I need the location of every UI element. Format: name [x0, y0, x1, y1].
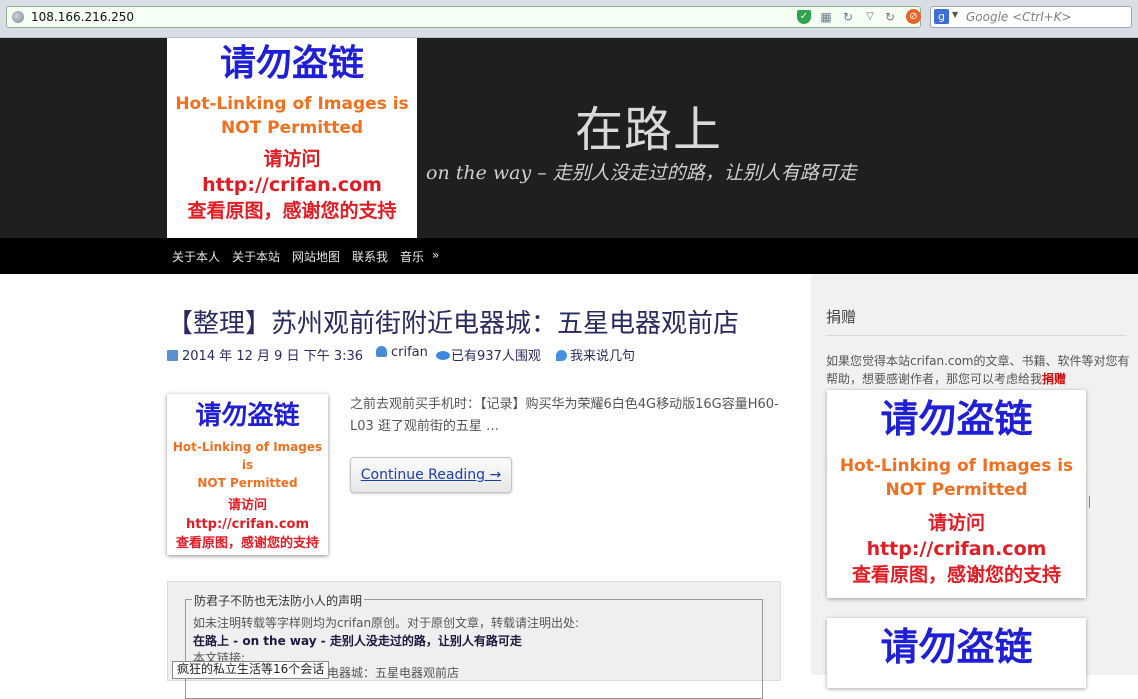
- banner-url: http://crifan.com: [202, 174, 382, 196]
- donate-description: 如果您觉得本站crifan.com的文章、书籍、软件等对您有帮助，想要感谢作者，…: [826, 354, 1130, 386]
- person-icon: [376, 346, 387, 357]
- taskbar-tooltip: 疯狂的私立生活等16个会话: [172, 661, 330, 679]
- sidebar-banner-title: 请勿盗链: [880, 397, 1033, 441]
- banner-visit: 请访问: [263, 148, 321, 170]
- reload-icon[interactable]: ↻: [883, 10, 897, 24]
- header-banner-image[interactable]: 请勿盗链 Hot-Linking of Images is NOT Permit…: [167, 38, 417, 238]
- calendar-icon: [167, 350, 178, 361]
- sidebar-banner-image[interactable]: 请勿盗链 Hot-Linking of Images is NOT Permit…: [827, 390, 1086, 598]
- post-views-text: 已有937人围观: [451, 349, 541, 364]
- post-date-text[interactable]: 2014 年 12 月 9 日 下午 3:36: [182, 349, 363, 364]
- widget-title-donate: 捐赠: [826, 308, 857, 326]
- chevron-down-icon[interactable]: ▼: [952, 10, 958, 19]
- thumb-banner-title: 请勿盗链: [195, 401, 300, 431]
- site-header: 请勿盗链 Hot-Linking of Images is NOT Permit…: [0, 38, 1138, 238]
- nav-item-sitemap[interactable]: 网站地图: [292, 248, 340, 265]
- banner-title: 请勿盗链: [219, 43, 364, 84]
- nav-item-about-site[interactable]: 关于本站: [232, 248, 280, 265]
- google-icon[interactable]: g: [934, 9, 949, 24]
- thumb-banner-english-1: Hot-Linking of Images is: [172, 440, 323, 472]
- adblock-icon[interactable]: ⊘: [906, 9, 921, 24]
- widget-divider: [826, 335, 1126, 336]
- thumb-banner-thanks: 查看原图，感谢您的支持: [175, 536, 319, 551]
- post-author[interactable]: crifan: [376, 345, 428, 360]
- banner-english-1: Hot-Linking of Images is: [175, 94, 409, 114]
- thumb-banner-url: http://crifan.com: [185, 517, 310, 532]
- post-date[interactable]: 2014 年 12 月 9 日 下午 3:36: [167, 345, 363, 364]
- sidebar-banner-image-2[interactable]: 请勿盗链: [827, 618, 1086, 688]
- post-excerpt: 之前去观前买手机时：【记录】购买华为荣耀6白色4G移动版16G容量H60-L03…: [350, 397, 779, 434]
- site-tagline: on the way – 走别人没走过的路，让别人有路可走: [426, 162, 857, 184]
- post-title[interactable]: 【整理】苏州观前街附近电器城：五星电器观前店: [167, 303, 739, 340]
- continue-reading-button[interactable]: Continue Reading →: [350, 457, 512, 493]
- post-author-text[interactable]: crifan: [391, 345, 428, 360]
- shield-icon[interactable]: ✓: [797, 10, 811, 24]
- post-thumbnail[interactable]: 请勿盗链 Hot-Linking of Images is NOT Permit…: [167, 394, 328, 555]
- post-comments-text[interactable]: 我来说几句: [570, 349, 635, 364]
- notice-legend: 防君子不防也无法防小人的声明: [192, 592, 365, 609]
- post-views: 已有937人围观: [436, 345, 541, 364]
- nav-item-about-me[interactable]: 关于本人: [172, 248, 220, 265]
- site-title[interactable]: 在路上: [575, 90, 722, 160]
- thumb-banner-visit: 请访问: [227, 498, 267, 513]
- thumb-banner-english-2: NOT Permitted: [197, 476, 298, 490]
- sidebar-banner-thanks: 查看原图，感谢您的支持: [851, 564, 1061, 586]
- sidebar-banner-2-title: 请勿盗链: [880, 625, 1033, 669]
- notice-line-1: 如未注明转载等字样则均为crifan原创。对于原创文章，转载请注明出处:: [193, 616, 580, 630]
- notice-line-2[interactable]: 在路上 - on the way - 走别人没走过的路，让别人有路可走: [193, 632, 522, 649]
- browser-toolbar: 108.166.216.250 ✓ ▦ ↻ ▽ ↻ ⊘ g ▼ Google <…: [0, 0, 1138, 38]
- banner-thanks: 查看原图，感谢您的支持: [187, 200, 397, 222]
- eye-icon: [436, 351, 450, 360]
- address-bar[interactable]: 108.166.216.250 ✓ ▦ ↻ ▽ ↻: [6, 6, 921, 28]
- search-placeholder[interactable]: Google <Ctrl+K>: [966, 10, 1072, 24]
- sidebar-banner-english-2: NOT Permitted: [885, 480, 1028, 500]
- nav-more-arrow[interactable]: »: [432, 248, 439, 262]
- sidebar-banner-visit: 请访问: [927, 512, 985, 534]
- sidebar-banner-url: http://crifan.com: [866, 538, 1047, 560]
- search-bar[interactable]: g ▼ Google <Ctrl+K>: [930, 6, 1132, 28]
- main-nav: 关于本人 关于本站 网站地图 联系我 音乐 »: [0, 238, 1138, 274]
- text-cursor: [1089, 496, 1090, 508]
- url-text[interactable]: 108.166.216.250: [31, 10, 134, 24]
- nav-item-music[interactable]: 音乐: [400, 248, 424, 265]
- qr-code-icon[interactable]: ▦: [819, 10, 833, 24]
- notice-link-partial[interactable]: 电器城：五星电器观前店: [327, 664, 459, 681]
- dropdown-arrow-icon[interactable]: ▽: [863, 10, 877, 24]
- refresh-icon[interactable]: ↻: [841, 10, 855, 24]
- sidebar-banner-english-1: Hot-Linking of Images is: [839, 456, 1074, 476]
- banner-english-2: NOT Permitted: [220, 118, 364, 138]
- globe-icon: [12, 11, 24, 23]
- nav-item-contact[interactable]: 联系我: [352, 248, 388, 265]
- comment-icon: [556, 350, 567, 361]
- post-comments[interactable]: 我来说几句: [556, 345, 635, 364]
